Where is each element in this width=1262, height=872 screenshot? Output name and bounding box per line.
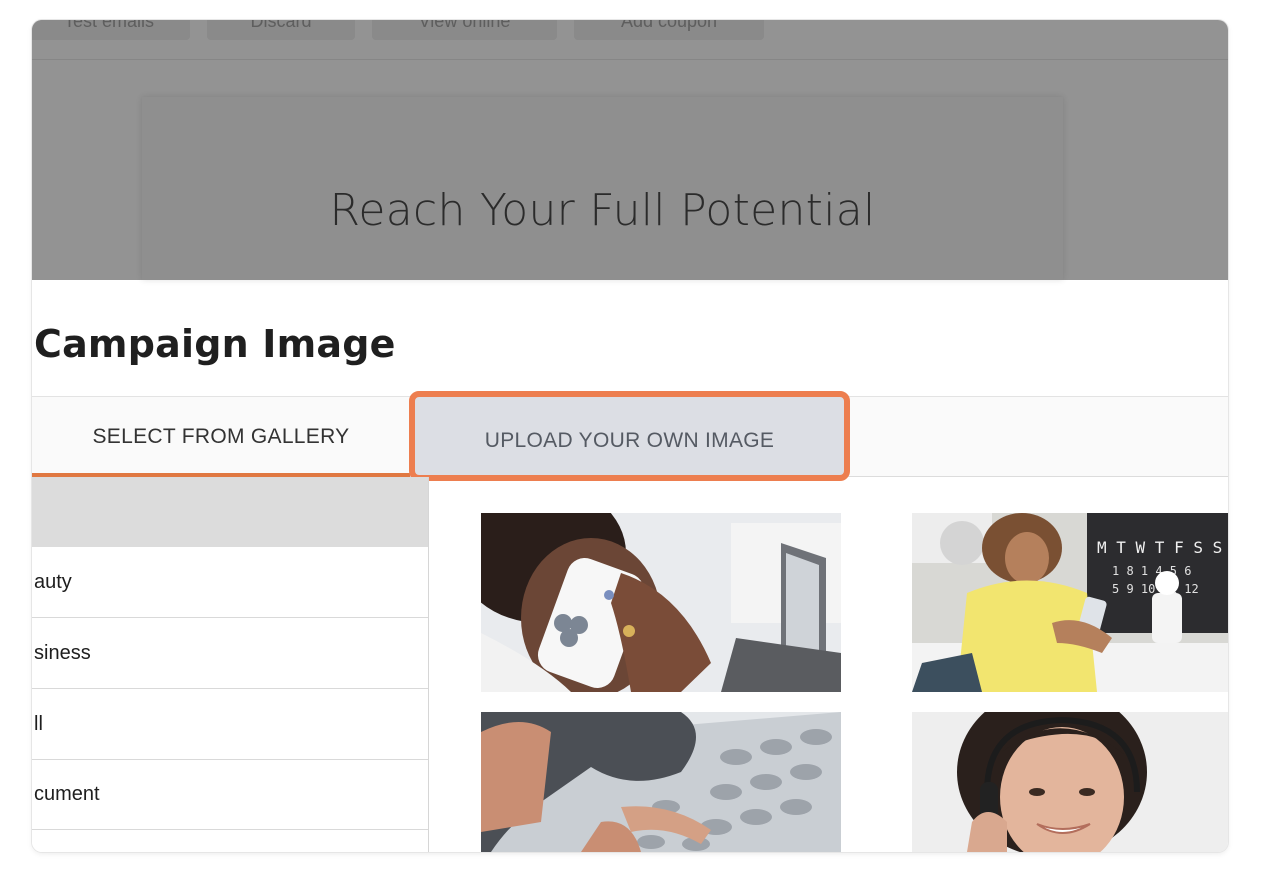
svg-text:1 8 1 4 5 6: 1 8 1 4 5 6 — [1112, 564, 1191, 578]
test-emails-button[interactable]: Test emails — [32, 20, 190, 40]
category-item-business[interactable]: siness — [32, 618, 428, 689]
add-coupon-button[interactable]: Add coupon — [574, 20, 764, 40]
view-online-button[interactable]: View online — [372, 20, 557, 40]
image-source-tabs: SELECT FROM GALLERY UPLOAD YOUR OWN IMAG… — [32, 391, 1228, 481]
category-item-document[interactable]: cument — [32, 759, 428, 830]
svg-text:M T W T F S S: M T W T F S S — [1097, 538, 1222, 557]
category-item-beauty[interactable]: auty — [32, 547, 428, 618]
woman-on-phone-image[interactable] — [481, 513, 841, 692]
dialog-title: Campaign Image — [34, 322, 396, 366]
headset-agent-image[interactable] — [912, 712, 1228, 852]
category-item-call[interactable]: ll — [32, 689, 428, 760]
desk-phone-dialing-image[interactable] — [481, 712, 841, 852]
woman-texting-image[interactable]: M T W T F S S 1 8 1 4 5 6 5 9 10 11 12 — [912, 513, 1228, 692]
tab-upload-your-own-image[interactable]: UPLOAD YOUR OWN IMAGE — [409, 391, 850, 481]
email-preview-card: Reach Your Full Potential — [142, 97, 1063, 280]
tab-select-from-gallery[interactable]: SELECT FROM GALLERY — [32, 397, 410, 477]
category-header — [32, 477, 428, 547]
email-headline: Reach Your Full Potential — [329, 185, 876, 236]
discard-button[interactable]: Discard — [207, 20, 355, 40]
browser-frame: Test emails Discard View online Add coup… — [32, 20, 1228, 852]
editor-toolbar: Test emails Discard View online Add coup… — [32, 20, 1228, 60]
editor-overlay: Test emails Discard View online Add coup… — [32, 20, 1228, 280]
category-sidebar: auty siness ll cument — [32, 477, 429, 852]
